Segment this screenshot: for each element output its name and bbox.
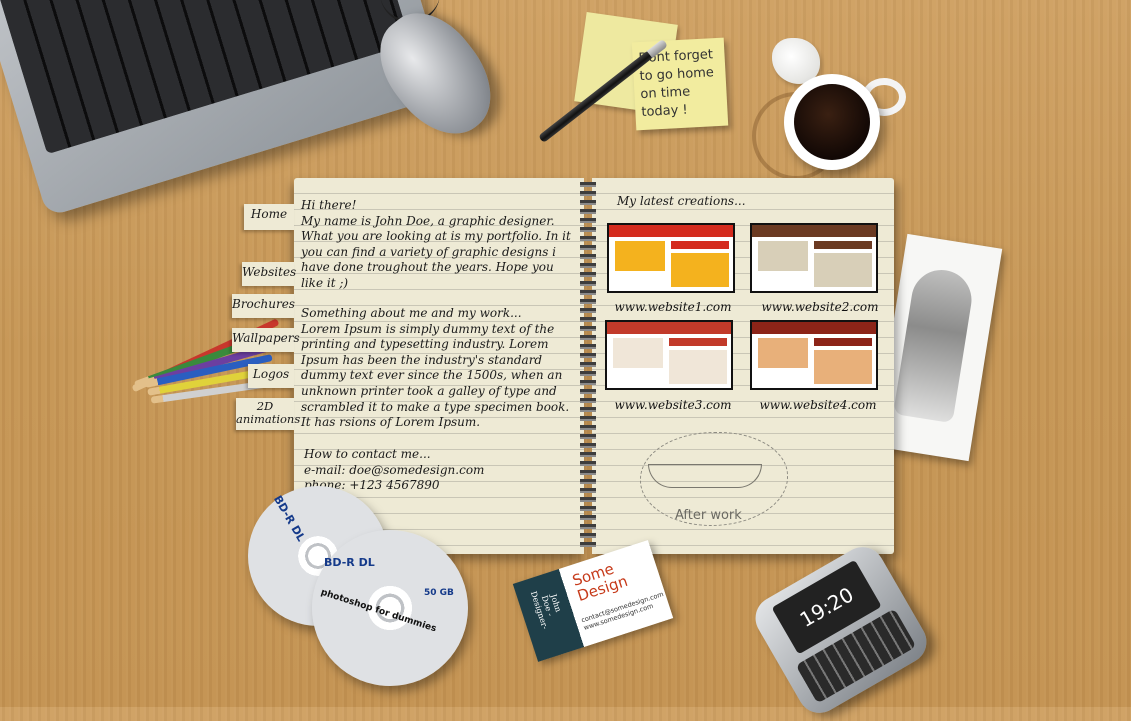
thumb-nav [669,338,727,346]
intro-text: My name is John Doe, a graphic designer.… [301,213,571,290]
thumb-nav [814,338,872,346]
disc-label: BD-R DL [271,493,308,544]
website-link[interactable]: www.website3.com [598,398,748,412]
disc-capacity: 50 GB [424,588,454,598]
thumb-content [814,350,872,384]
tab-brochures[interactable]: Brochures [232,294,295,318]
thumb-content [671,253,729,287]
contact-section: How to contact me... e-mail: doe@somedes… [304,447,564,494]
website-thumbnail[interactable] [750,320,878,390]
thumb-image [615,241,665,271]
sketch-figure [893,265,976,424]
thumb-nav [814,241,872,249]
website-thumbnail[interactable] [607,223,735,293]
tab-brochures-label: Brochures [232,297,295,311]
tab-logos-label: Logos [252,367,290,381]
thumb-content [814,253,872,287]
tab-2d-animations[interactable]: 2D animations [236,398,300,430]
thumb-header [609,225,733,237]
about-text: Lorem Ipsum is simply dummy text of the … [301,321,570,430]
disc-label: BD-R DL [324,556,375,569]
website-link[interactable]: www.website4.com [743,398,893,412]
mobile-phone: 19:20 [747,539,935,721]
disc-subtitle: photoshop for dummies [319,587,438,635]
tab-wallpapers[interactable]: Wallpapers [232,328,300,352]
creations-title: My latest creations... [617,194,746,208]
thumb-header [752,322,876,334]
thumb-image [758,338,808,368]
tab-websites-label: Websites [242,265,297,279]
bluray-disc: BD-R DL 50 GB photoshop for dummies [312,530,468,686]
thumb-header [752,225,876,237]
tab-home-label: Home [250,207,288,221]
thumb-image [758,241,808,271]
website-link[interactable]: www.website2.com [745,300,895,314]
tab-websites[interactable]: Websites [242,262,297,286]
card-name: John Doe -Designer- [528,590,563,631]
tab-wallpapers-label: Wallpapers [232,331,300,345]
notebook-spiral [580,182,596,550]
about-heading: Something about me and my work... [301,306,522,320]
doodle-caption: After work [675,508,742,523]
website-thumbnail[interactable] [605,320,733,390]
intro-section: Hi there! My name is John Doe, a graphic… [301,198,579,292]
bathtub-doodle [648,464,762,488]
coffee-cup [784,74,880,170]
intro-greeting: Hi there! [301,198,357,212]
contact-heading: How to contact me... [304,447,431,461]
thumb-content [669,350,727,384]
tab-home[interactable]: Home [244,204,294,230]
thumb-header [607,322,731,334]
website-link[interactable]: www.website1.com [598,300,748,314]
keyboard-keys [0,0,411,155]
tab-2d-animations-label: 2D animations [236,399,301,426]
thumb-image [613,338,663,368]
business-card: John Doe -Designer- Some Design contact@… [512,540,674,662]
contact-email[interactable]: e-mail: doe@somedesign.com [304,463,564,479]
thumb-nav [671,241,729,249]
coffee [794,84,870,160]
about-section: Something about me and my work... Lorem … [301,306,581,431]
website-thumbnail[interactable] [750,223,878,293]
tab-logos[interactable]: Logos [248,364,294,388]
